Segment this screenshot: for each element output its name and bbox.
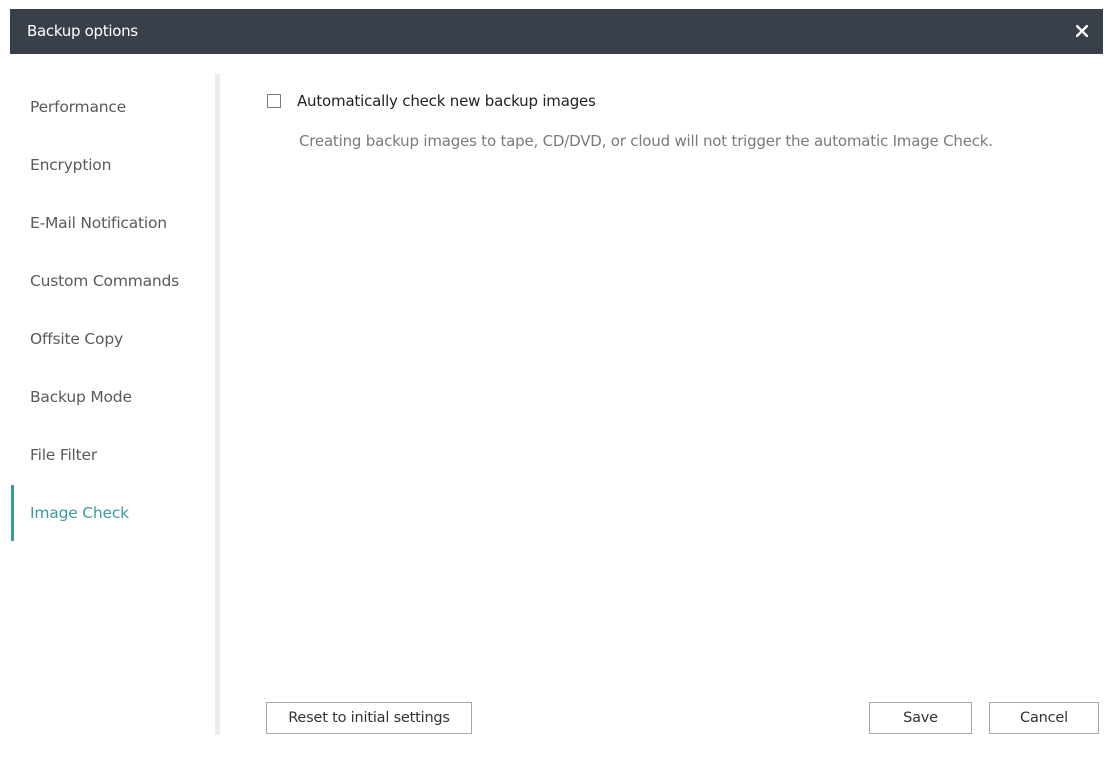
sidebar-item-label: E-Mail Notification <box>30 214 167 232</box>
options-sidebar: Performance Encryption E-Mail Notificati… <box>10 74 217 734</box>
auto-check-checkbox[interactable] <box>267 94 281 108</box>
sidebar-item-encryption[interactable]: Encryption <box>10 137 215 193</box>
cancel-button[interactable]: Cancel <box>989 702 1099 734</box>
reset-button[interactable]: Reset to initial settings <box>266 702 472 734</box>
close-button[interactable] <box>1069 17 1095 45</box>
auto-check-label: Automatically check new backup images <box>297 92 596 110</box>
sidebar-item-offsite-copy[interactable]: Offsite Copy <box>10 311 215 367</box>
dialog-title: Backup options <box>27 22 138 40</box>
active-indicator <box>11 485 14 541</box>
sidebar-item-label: Offsite Copy <box>30 330 123 348</box>
sidebar-item-label: Encryption <box>30 156 112 174</box>
close-icon <box>1076 25 1088 37</box>
save-button[interactable]: Save <box>869 702 972 734</box>
auto-check-description: Creating backup images to tape, CD/DVD, … <box>299 132 993 150</box>
sidebar-item-label: File Filter <box>30 446 98 464</box>
sidebar-item-label: Backup Mode <box>30 388 132 406</box>
image-check-panel: Automatically check new backup images Cr… <box>220 74 1100 734</box>
sidebar-item-performance[interactable]: Performance <box>10 79 215 135</box>
title-bar: Backup options <box>10 9 1103 54</box>
auto-check-option[interactable]: Automatically check new backup images <box>267 90 596 112</box>
sidebar-item-label: Performance <box>30 98 127 116</box>
backup-options-dialog: Backup options Performance Encryption E-… <box>0 0 1108 765</box>
sidebar-item-label: Custom Commands <box>30 272 180 290</box>
window-edge <box>0 0 10 765</box>
sidebar-item-custom-commands[interactable]: Custom Commands <box>10 253 215 309</box>
sidebar-item-image-check[interactable]: Image Check <box>10 485 215 541</box>
sidebar-item-email-notification[interactable]: E-Mail Notification <box>10 195 215 251</box>
sidebar-item-file-filter[interactable]: File Filter <box>10 427 215 483</box>
sidebar-item-label: Image Check <box>30 504 129 522</box>
sidebar-item-backup-mode[interactable]: Backup Mode <box>10 369 215 425</box>
